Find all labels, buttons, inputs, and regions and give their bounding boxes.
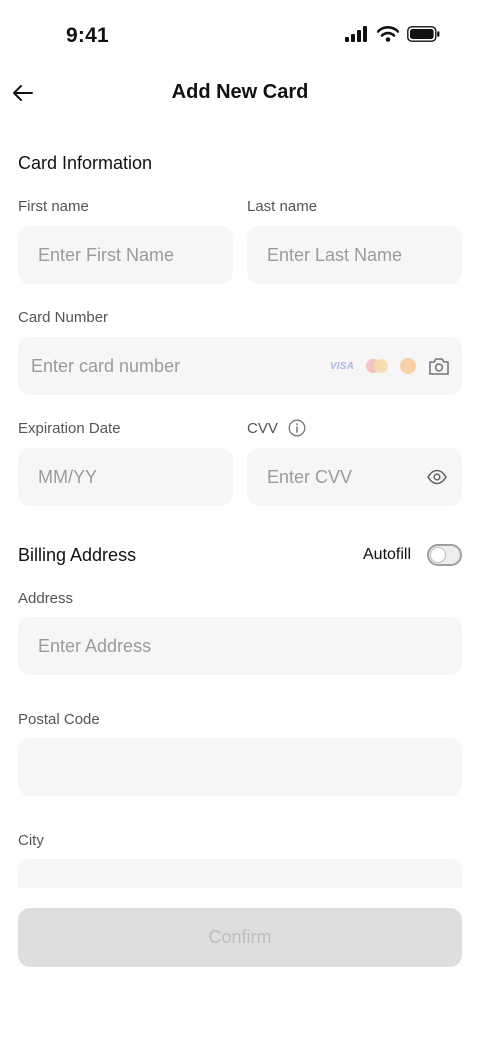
page-title: Add New Card — [171, 81, 309, 103]
address-input[interactable] — [18, 617, 462, 675]
cvv-label: CVV — [247, 420, 278, 437]
info-icon[interactable] — [288, 419, 306, 437]
last-name-label: Last name — [247, 198, 318, 215]
battery-icon — [407, 26, 440, 42]
first-name-input[interactable] — [18, 226, 233, 284]
scroll-clip — [0, 850, 480, 888]
billing-address-heading: Billing Address — [18, 545, 137, 565]
autofill-label: Autofill — [363, 546, 412, 563]
navigation-bar: Add New Card — [0, 70, 480, 116]
postal-code-input[interactable] — [18, 738, 462, 796]
postal-code-label: Postal Code — [18, 711, 100, 728]
expiration-date-input[interactable] — [18, 448, 233, 506]
card-brand-icons: VISA — [330, 354, 450, 378]
card-number-label: Card Number — [18, 309, 109, 326]
status-icons — [345, 26, 440, 42]
city-label: City — [18, 832, 44, 849]
address-label: Address — [18, 590, 74, 607]
city-input[interactable] — [18, 859, 462, 888]
eye-icon[interactable] — [426, 466, 448, 488]
camera-icon[interactable] — [428, 356, 450, 376]
visa-icon: VISA — [329, 360, 354, 372]
signal-icon — [345, 26, 367, 42]
toggle-knob — [430, 547, 446, 563]
status-time: 9:41 — [66, 24, 109, 47]
status-bar: 9:41 — [0, 0, 480, 70]
autofill-toggle[interactable] — [427, 544, 462, 566]
discover-icon — [400, 358, 416, 374]
first-name-label: First name — [18, 198, 89, 215]
mastercard-icon — [366, 359, 388, 373]
expiration-date-label: Expiration Date — [18, 420, 121, 437]
last-name-input[interactable] — [247, 226, 462, 284]
wifi-icon — [377, 26, 399, 42]
confirm-button[interactable]: Confirm — [18, 908, 462, 967]
card-information-heading: Card Information — [18, 153, 153, 173]
